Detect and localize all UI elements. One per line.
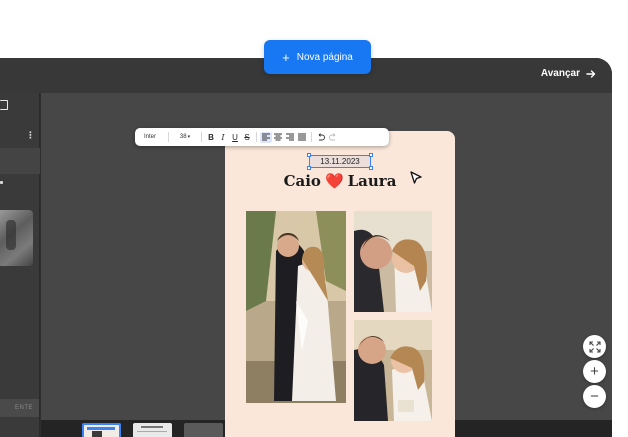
name-left: Caio — [283, 172, 321, 190]
more-options-icon[interactable]: ⋮ — [26, 131, 35, 140]
font-size-select[interactable]: 38 ▾ — [172, 128, 198, 146]
date-text: 13.11.2023 — [320, 157, 360, 166]
toolbar-divider — [256, 132, 257, 142]
next-button-label: Avançar — [540, 68, 580, 79]
add-page-label: Nova página — [296, 51, 353, 63]
resize-handle[interactable] — [369, 166, 373, 170]
redo-button[interactable] — [327, 128, 339, 146]
align-justify-icon — [298, 133, 306, 141]
underline-button[interactable]: U — [229, 128, 241, 146]
sidebar-item-selected[interactable] — [0, 148, 40, 174]
align-left-icon — [262, 133, 270, 141]
sidebar-photo-thumbnail[interactable] — [0, 210, 33, 266]
chevron-down-icon: ▾ — [187, 134, 191, 140]
sidebar-bottom-button[interactable]: ENTE — [0, 399, 39, 417]
align-right-icon — [286, 133, 294, 141]
page-thumbnail-1[interactable] — [82, 423, 121, 437]
layout-icon[interactable] — [0, 100, 8, 110]
toolbar-divider — [201, 132, 202, 142]
resize-handle[interactable] — [369, 153, 373, 157]
page-thumbnail-3[interactable] — [184, 423, 223, 437]
photo-couple-smiling[interactable] — [354, 320, 432, 421]
resize-handle[interactable] — [307, 153, 311, 157]
redo-icon — [329, 133, 336, 141]
toolbar-divider — [311, 132, 312, 142]
mouse-cursor-icon — [410, 171, 422, 184]
plus-icon: + — [282, 49, 290, 65]
toolbar-divider — [168, 132, 169, 142]
photo-couple-closeup[interactable] — [354, 211, 432, 312]
align-left-button[interactable] — [260, 131, 272, 143]
bold-button[interactable]: B — [205, 128, 217, 146]
align-justify-button[interactable] — [296, 128, 308, 146]
italic-button[interactable]: I — [217, 128, 229, 146]
font-size-value: 38 — [179, 134, 187, 140]
align-center-button[interactable] — [272, 128, 284, 146]
fit-screen-button[interactable] — [583, 335, 606, 358]
add-page-button[interactable]: + Nova página — [264, 40, 371, 74]
align-right-button[interactable] — [284, 128, 296, 146]
arrow-right-icon — [586, 69, 596, 78]
resize-handle[interactable] — [307, 166, 311, 170]
zoom-in-button[interactable]: + — [583, 360, 606, 383]
page-thumbnail-2[interactable] — [133, 423, 172, 437]
text-format-toolbar: Inter 38 ▾ B I U S — [135, 128, 389, 146]
zoom-out-button[interactable]: − — [583, 385, 606, 408]
date-text-selected[interactable]: 13.11.2023 — [307, 153, 373, 170]
editor-screen: Avançar ⋮ ENTE 13.11.2023 Caio ❤️ Laura … — [0, 0, 628, 437]
align-center-icon — [274, 133, 282, 141]
name-right: Laura — [347, 172, 397, 190]
photo-couple-embrace[interactable] — [246, 211, 346, 403]
strikethrough-button[interactable]: S — [241, 128, 253, 146]
undo-icon — [318, 133, 325, 141]
font-family-select[interactable]: Inter — [135, 128, 165, 146]
expand-icon — [588, 340, 601, 353]
sidebar-item-marker — [0, 181, 3, 184]
undo-button[interactable] — [315, 128, 327, 146]
left-sidebar: ⋮ ENTE — [0, 93, 40, 437]
next-button[interactable]: Avançar — [541, 68, 596, 79]
heart-icon: ❤️ — [324, 171, 344, 190]
